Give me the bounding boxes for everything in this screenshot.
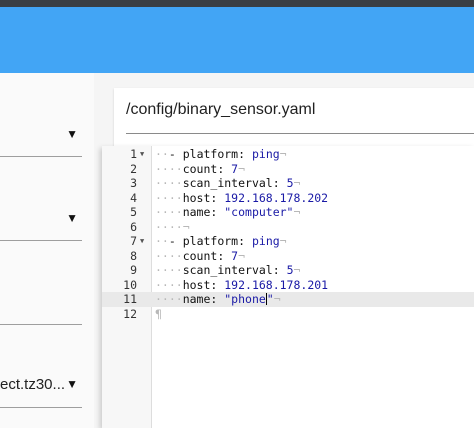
line-number: 9 (130, 263, 137, 277)
left-dropdown-2-underline (0, 240, 82, 241)
code-text: ····name: "phone"¬ (155, 292, 281, 306)
code-text: ··- platform: ping¬ (155, 147, 287, 161)
code-text: ¶ (155, 306, 162, 321)
code-text: ····count: 7¬ (155, 248, 246, 263)
code-line[interactable]: 3 ····scan_interval: 5¬ (102, 176, 474, 191)
file-path-title: /config/binary_sensor.yaml (126, 101, 316, 118)
line-number: 6 (130, 219, 137, 234)
line-number: 7 (130, 234, 137, 248)
line-number: 10 (123, 277, 137, 292)
left-dropdown-2[interactable]: ▼ (0, 181, 84, 241)
left-dropdown-1[interactable]: ▼ (0, 97, 84, 157)
dropdown-arrow-icon[interactable]: ▼ (66, 127, 78, 141)
code-text: ····host: 192.168.178.202 (155, 190, 329, 205)
code-line[interactable]: 7 ▼ ··- platform: ping¬ (102, 234, 474, 249)
code-line[interactable]: 11 ····name: "phone"¬ (102, 292, 474, 307)
code-text: ··- platform: ping¬ (155, 234, 287, 248)
code-text: ····host: 192.168.178.201 (155, 277, 329, 292)
code-line[interactable]: 6 ····¬ (102, 220, 474, 235)
left-field-3[interactable] (0, 265, 84, 325)
code-text: ····¬ (155, 219, 190, 234)
left-dropdown-4-underline (0, 407, 82, 408)
left-dropdown-1-underline (0, 156, 82, 157)
code-line[interactable]: 12 ¶ (102, 307, 474, 322)
code-line[interactable]: 9 ····scan_interval: 5¬ (102, 263, 474, 278)
code-line[interactable]: 5 ····name: "computer"¬ (102, 205, 474, 220)
code-text: ····name: "computer"¬ (155, 205, 301, 219)
left-field-3-underline (0, 324, 82, 325)
fold-arrow-icon[interactable]: ▼ (140, 147, 144, 162)
dropdown-arrow-icon[interactable]: ▼ (66, 211, 78, 225)
line-number: 11 (123, 292, 137, 306)
left-dropdown-4[interactable]: ect.tz30... ▼ (0, 348, 84, 408)
code-line[interactable]: 10 ····host: 192.168.178.201 (102, 278, 474, 293)
code-text: ····scan_interval: 5¬ (155, 263, 301, 277)
left-panel: ▼ ▼ ect.tz30... ▼ (0, 73, 94, 428)
code-line[interactable]: 4 ····host: 192.168.178.202 (102, 191, 474, 206)
code-text: ····count: 7¬ (155, 161, 246, 176)
code-line[interactable]: 8 ····count: 7¬ (102, 249, 474, 264)
line-number: 3 (130, 176, 137, 190)
line-number: 1 (130, 147, 137, 161)
fold-arrow-icon[interactable]: ▼ (140, 234, 144, 249)
line-number: 8 (130, 248, 137, 263)
window-top-strip (0, 0, 474, 7)
code-text: ····scan_interval: 5¬ (155, 176, 301, 190)
file-path-card: /config/binary_sensor.yaml (114, 88, 474, 148)
dropdown-arrow-icon[interactable]: ▼ (66, 377, 78, 391)
line-number: 4 (130, 190, 137, 205)
line-number: 12 (123, 306, 137, 321)
app-header (0, 7, 474, 73)
code-editor[interactable]: 1 ▼ ··- platform: ping¬ 2 ····count: 7¬ 3 ····… (102, 146, 474, 428)
file-path-underline (126, 133, 474, 134)
code-line[interactable]: 1 ▼ ··- platform: ping¬ (102, 147, 474, 162)
line-number: 2 (130, 161, 137, 176)
code-line[interactable]: 2 ····count: 7¬ (102, 162, 474, 177)
line-number: 5 (130, 205, 137, 219)
left-dropdown-4-value: ect.tz30... (0, 376, 66, 393)
